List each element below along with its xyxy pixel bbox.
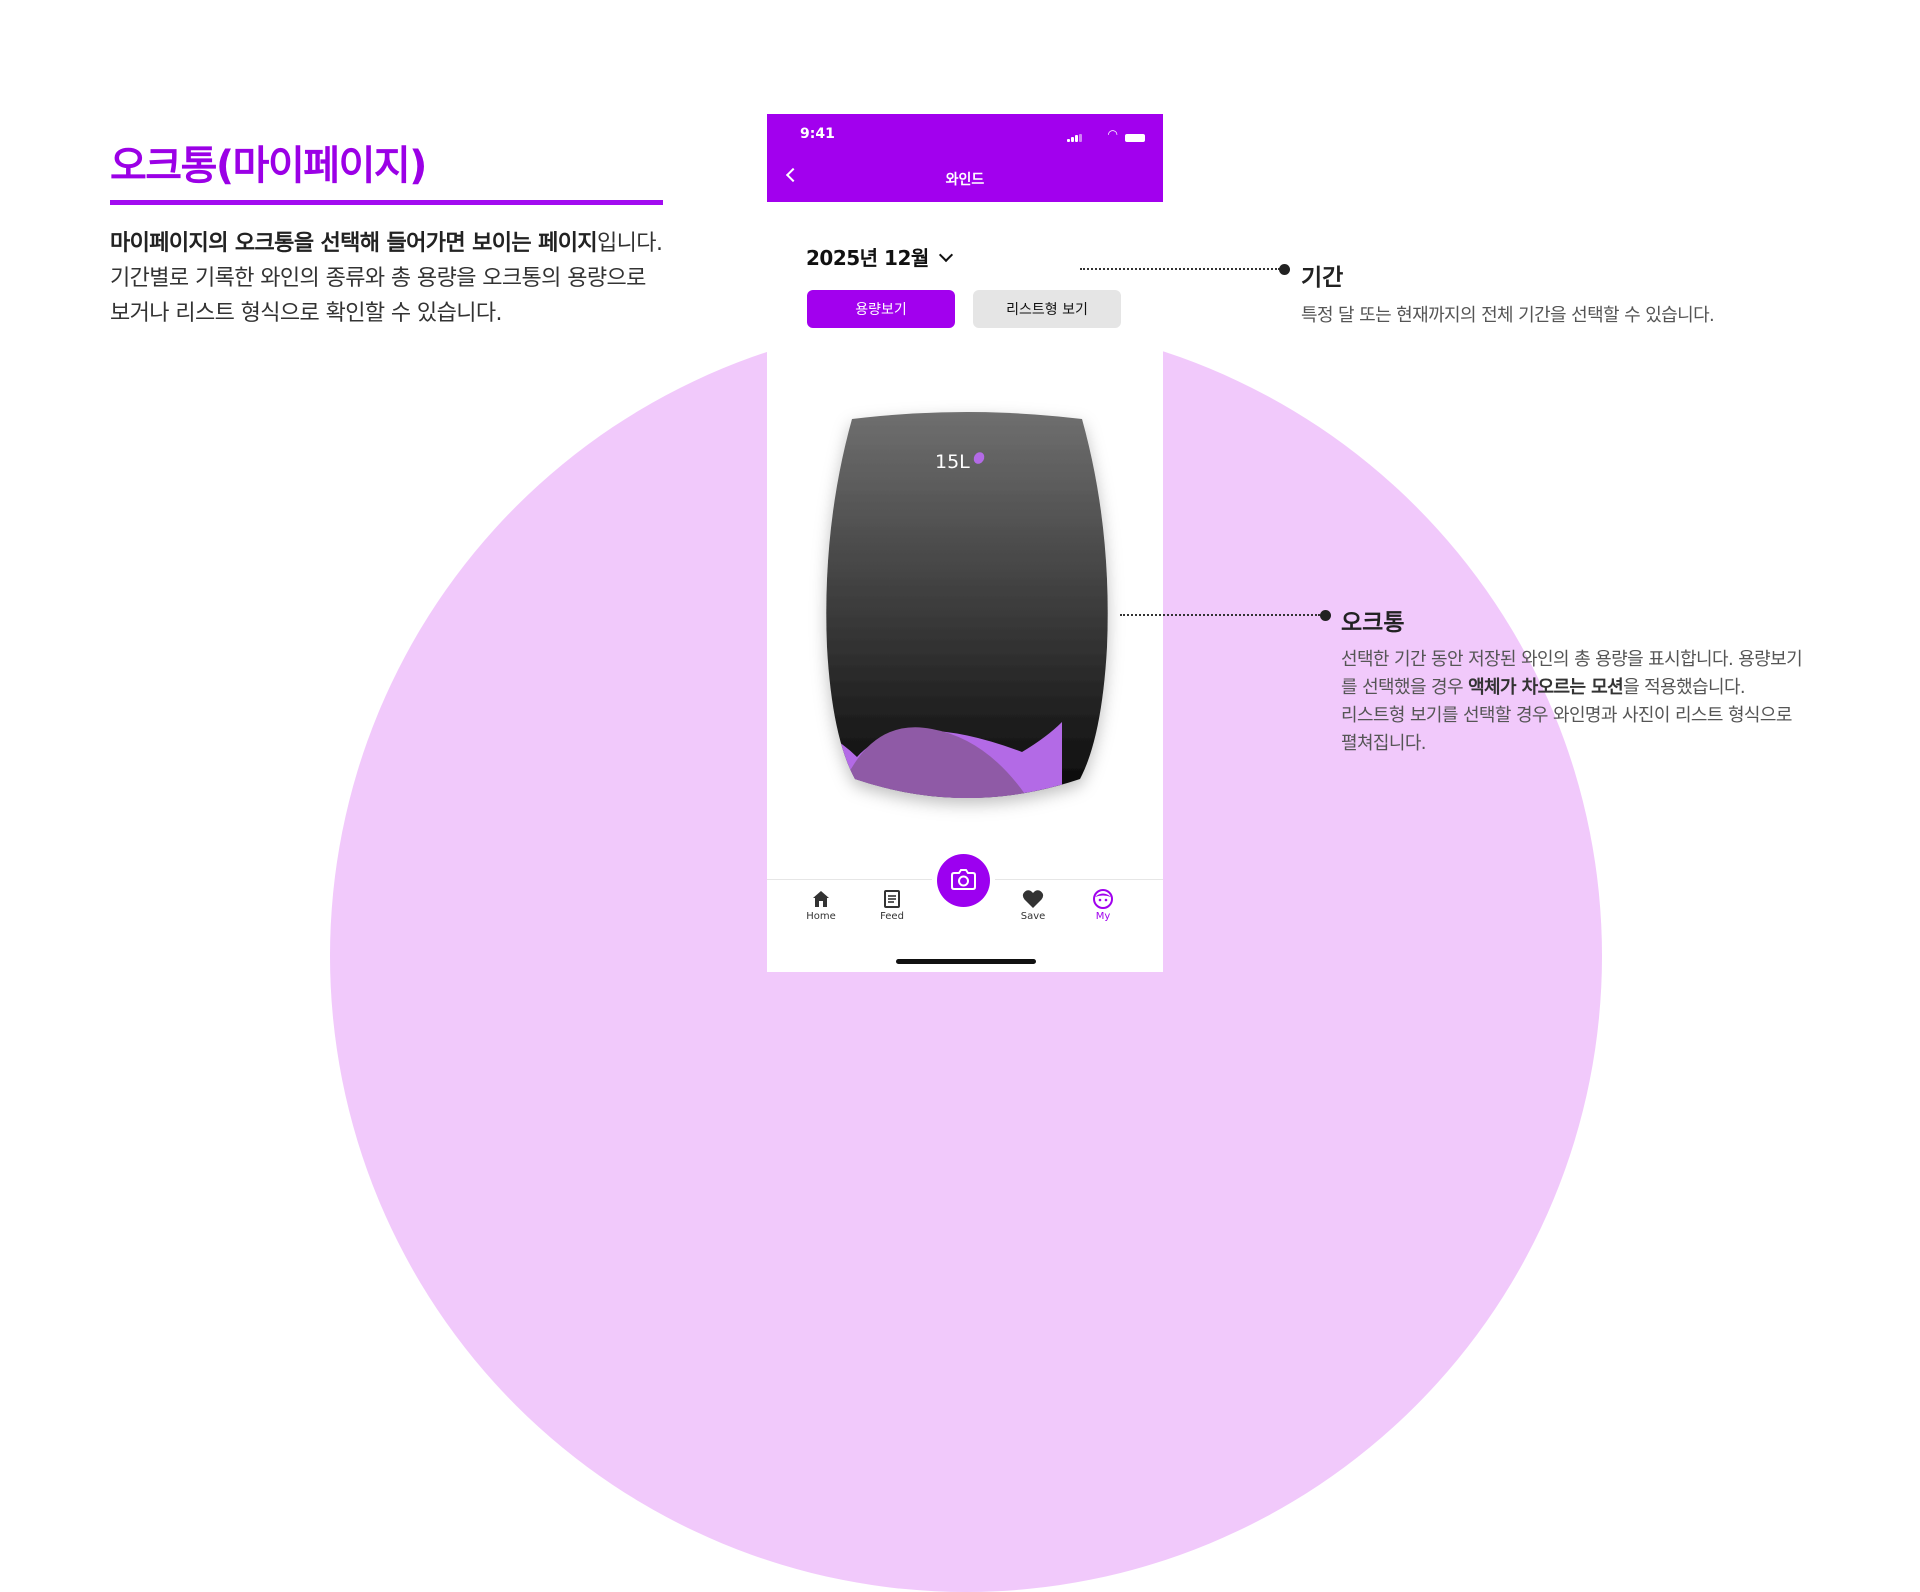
- chevron-down-icon: [938, 247, 953, 263]
- description-bold: 마이페이지의 오크통을 선택해 들어가면 보이는 페이지: [110, 231, 598, 256]
- oak-barrel: 15L: [822, 407, 1112, 827]
- barrel-connector-line: [1120, 614, 1320, 616]
- volume-view-button[interactable]: 용량보기: [807, 290, 955, 328]
- tab-home-label: Home: [806, 911, 836, 922]
- list-view-button[interactable]: 리스트형 보기: [973, 290, 1121, 328]
- camera-button[interactable]: [937, 854, 990, 907]
- period-annotation-text: 특정 달 또는 현재까지의 전체 기간을 선택할 수 있습니다.: [1301, 305, 1715, 326]
- tab-feed-label: Feed: [880, 911, 904, 922]
- page-title: 오크통(마이페이지): [110, 143, 427, 189]
- status-time: 9:41: [800, 126, 835, 142]
- camera-icon: [951, 869, 976, 890]
- description-suffix: 입니다.: [597, 231, 663, 256]
- barrel-connector-dot: [1320, 610, 1331, 621]
- tab-home[interactable]: Home: [791, 886, 851, 922]
- tab-feed[interactable]: Feed: [862, 886, 922, 922]
- app-header: 9:41 ◠ 와인드: [767, 114, 1163, 202]
- profile-icon: [1073, 886, 1133, 912]
- feed-icon: [862, 886, 922, 912]
- tab-save-label: Save: [1020, 911, 1046, 922]
- period-connector-line: [1080, 268, 1280, 270]
- home-icon: [791, 886, 851, 912]
- description-line-3: 보거나 리스트 형식으로 확인할 수 있습니다.: [110, 301, 502, 326]
- tab-my[interactable]: My: [1073, 886, 1133, 922]
- tab-save[interactable]: Save: [1003, 886, 1063, 922]
- description-line-2: 기간별로 기록한 와인의 종류와 총 용량을 오크통의 용량으로: [110, 266, 646, 291]
- barrel-annotation-title: 오크통: [1341, 610, 1405, 636]
- barrel-annotation-text: 선택한 기간 동안 저장된 와인의 총 용량을 표시합니다. 용량보기 를 선택…: [1341, 646, 1803, 758]
- home-indicator: [896, 959, 1036, 964]
- barrel-annotation-line-1: 선택한 기간 동안 저장된 와인의 총 용량을 표시합니다. 용량보기: [1341, 649, 1803, 670]
- period-annotation-title: 기간: [1301, 265, 1344, 291]
- barrel-annotation-line-3: 리스트형 보기를 선택할 경우 와인명과 사진이 리스트 형식으로: [1341, 705, 1792, 726]
- page-description: 마이페이지의 오크통을 선택해 들어가면 보이는 페이지입니다. 기간별로 기록…: [110, 226, 730, 331]
- barrel-annotation-bold: 액체가 차오르는 모션: [1468, 677, 1624, 698]
- period-connector-dot: [1279, 264, 1290, 275]
- battery-icon: [1125, 134, 1145, 142]
- barrel-annotation-line-4: 펼쳐집니다.: [1341, 733, 1427, 754]
- period-label: 2025년 12월: [806, 246, 929, 270]
- period-dropdown[interactable]: 2025년 12월: [806, 242, 953, 271]
- signal-icon: [1067, 134, 1082, 142]
- barrel-annotation-line-2a: 를 선택했을 경우: [1341, 677, 1469, 698]
- tab-my-label: My: [1095, 911, 1111, 922]
- wifi-icon: ◠: [1107, 127, 1118, 141]
- phone-screen: 9:41 ◠ 와인드 2025년 12월 용량보기 리스트형 보기 15L Ho…: [767, 114, 1163, 972]
- title-underline: [110, 200, 663, 205]
- barrel-annotation-line-2b: 을 적용했습니다.: [1623, 677, 1746, 698]
- barrel-volume-label: 15L: [935, 451, 970, 473]
- header-title: 와인드: [945, 172, 985, 188]
- heart-icon: [1003, 886, 1063, 912]
